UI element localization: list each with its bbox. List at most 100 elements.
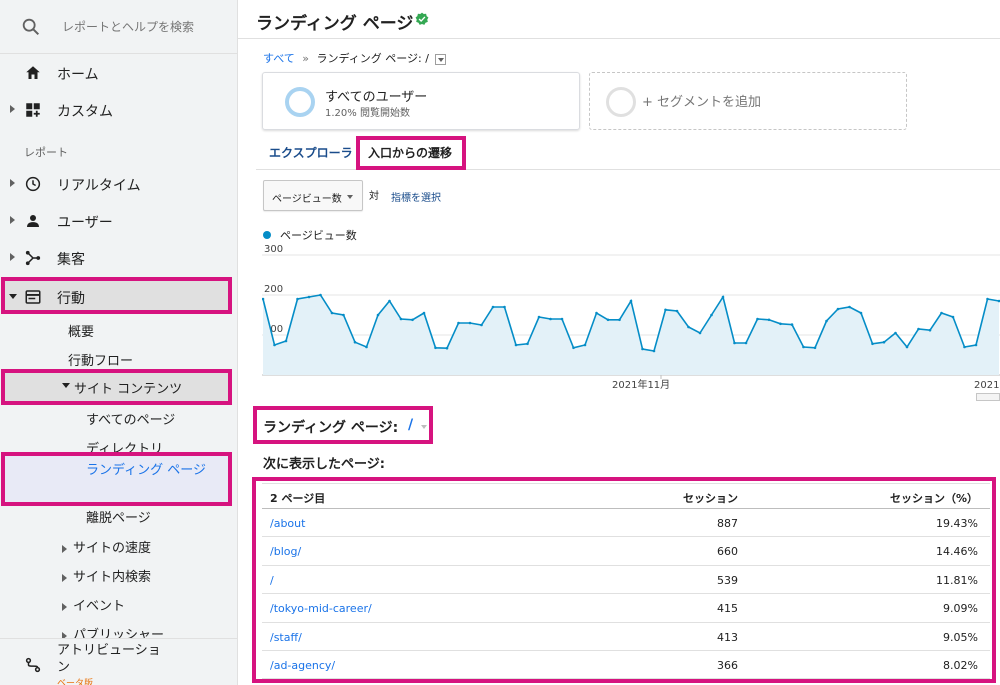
data-point bbox=[549, 317, 552, 321]
sidebar-item-overview[interactable]: 概要 bbox=[68, 321, 94, 340]
data-point bbox=[951, 315, 955, 319]
data-point bbox=[917, 327, 920, 331]
data-point bbox=[756, 317, 759, 321]
sessions-pct-value: 9.05% bbox=[943, 630, 978, 644]
sidebar-item-site-content[interactable]: サイト コンテンツ bbox=[4, 371, 229, 401]
data-point bbox=[480, 323, 483, 327]
data-point bbox=[779, 322, 782, 326]
sidebar-item-site-speed[interactable]: サイトの速度 bbox=[62, 537, 151, 556]
x-tick-label: 2021年11月 bbox=[612, 378, 670, 391]
header-second-page[interactable]: 2 ページ目 bbox=[270, 490, 325, 506]
sidebar-item-label: サイトの速度 bbox=[73, 541, 152, 556]
breadcrumb-dropdown-icon[interactable] bbox=[435, 53, 447, 65]
page-link[interactable]: /blog/ bbox=[270, 545, 301, 558]
pageviews-chart[interactable]: 3002001002021年11月2021年 bbox=[262, 245, 1000, 400]
sidebar-item-behavior[interactable]: 行動 bbox=[4, 280, 229, 314]
data-point bbox=[974, 343, 978, 347]
data-point bbox=[468, 321, 472, 325]
chart-scroll-handle[interactable] bbox=[976, 393, 1000, 401]
sidebar-item-custom[interactable]: カスタム bbox=[0, 93, 237, 127]
header-sessions[interactable]: セッション bbox=[683, 490, 738, 506]
data-point bbox=[963, 345, 966, 349]
segment-ring-icon bbox=[606, 87, 636, 117]
next-pages-table: 2 ページ目 セッション セッション（%） /about 887 19.43% … bbox=[262, 483, 990, 680]
data-point bbox=[388, 299, 391, 303]
sessions-pct-value: 9.09% bbox=[943, 602, 978, 616]
sidebar-item-label: 集客 bbox=[57, 252, 85, 268]
chevron-down-icon[interactable] bbox=[421, 425, 427, 429]
breadcrumb-current: ランディング ページ: / bbox=[316, 52, 429, 65]
table-row: /staff/ 413 9.05% bbox=[262, 623, 990, 651]
sessions-pct-value: 19.43% bbox=[936, 517, 978, 530]
clock-icon bbox=[25, 176, 41, 192]
table-row: / 539 11.81% bbox=[262, 566, 990, 595]
sessions-pct-value: 14.46% bbox=[936, 545, 978, 559]
sidebar-item-label: イベント bbox=[73, 599, 126, 614]
data-point bbox=[537, 315, 541, 319]
data-point bbox=[813, 346, 817, 350]
data-point bbox=[399, 317, 403, 321]
sidebar-item-site-search[interactable]: サイト内検索 bbox=[62, 566, 151, 585]
metric-select-value: ページビュー数 bbox=[272, 194, 342, 205]
page-link[interactable]: /staff/ bbox=[270, 631, 302, 644]
sidebar-item-landing-pages[interactable]: ランディング ページ bbox=[4, 454, 232, 504]
page-title: ランディング ページ bbox=[256, 14, 414, 34]
data-point bbox=[273, 343, 276, 347]
table-header: 2 ページ目 セッション セッション（%） bbox=[262, 483, 990, 509]
tab-entrance-paths[interactable]: 入口からの遷移 bbox=[368, 144, 452, 161]
data-point bbox=[940, 311, 943, 315]
landing-page-value[interactable]: / bbox=[408, 417, 413, 433]
data-point bbox=[503, 305, 506, 309]
tab-explorer[interactable]: エクスプローラ bbox=[269, 144, 353, 161]
segment-ring-icon bbox=[285, 87, 315, 117]
page-link[interactable]: /ad-agency/ bbox=[270, 659, 335, 672]
breadcrumb-separator: » bbox=[302, 52, 310, 65]
header-sessions-pct[interactable]: セッション（%） bbox=[890, 490, 978, 506]
segment-all-users[interactable]: すべてのユーザー 1.20% 閲覧開始数 bbox=[262, 72, 580, 130]
sidebar-item-audience[interactable]: ユーザー bbox=[0, 204, 237, 238]
sidebar-item-label: カスタム bbox=[57, 104, 113, 120]
data-point bbox=[652, 349, 656, 353]
data-point bbox=[572, 346, 575, 350]
page-link[interactable]: /tokyo-mid-career/ bbox=[270, 602, 372, 615]
data-point bbox=[859, 311, 863, 315]
data-point bbox=[733, 341, 736, 345]
chevron-down-icon bbox=[347, 195, 353, 199]
sidebar-item-label: サイト内検索 bbox=[73, 570, 152, 585]
data-point bbox=[526, 342, 529, 346]
select-metric-link[interactable]: 指標を選択 bbox=[391, 189, 441, 204]
sidebar-item-acquisition[interactable]: 集客 bbox=[0, 241, 237, 275]
landing-page-label: ランディング ページ: bbox=[263, 420, 399, 436]
legend-dot bbox=[263, 231, 271, 239]
sidebar-item-behavior-flow[interactable]: 行動フロー bbox=[68, 350, 133, 369]
data-point bbox=[434, 346, 437, 350]
breadcrumb-all-link[interactable]: すべて bbox=[263, 52, 295, 65]
y-tick-label: 300 bbox=[264, 245, 283, 255]
sidebar-item-attribution[interactable]: アトリビューション bbox=[0, 638, 237, 685]
data-point bbox=[411, 318, 414, 322]
data-point bbox=[491, 305, 495, 309]
data-point bbox=[767, 318, 771, 322]
add-segment-button[interactable]: + セグメントを追加 bbox=[589, 72, 907, 130]
data-point bbox=[687, 325, 690, 329]
data-point bbox=[583, 343, 587, 347]
main-content: ランディング ページ すべて » ランディング ページ: / すべてのユーザー … bbox=[238, 0, 1000, 685]
sidebar-item-label: 行動 bbox=[57, 291, 85, 307]
data-point bbox=[445, 346, 449, 350]
next-pages-label: 次に表示したページ: bbox=[263, 457, 385, 472]
page-link[interactable]: / bbox=[270, 574, 274, 587]
sidebar-item-label: ランディング ページ bbox=[86, 463, 206, 478]
sidebar-item-home[interactable]: ホーム bbox=[0, 56, 237, 90]
data-point bbox=[376, 313, 380, 317]
sidebar-item-events[interactable]: イベント bbox=[62, 595, 125, 614]
table-row: /tokyo-mid-career/ 415 9.09% bbox=[262, 594, 990, 623]
table-row: /about 887 19.43% bbox=[262, 509, 990, 538]
sidebar-item-all-pages[interactable]: すべてのページ bbox=[86, 409, 175, 428]
sidebar-search[interactable]: レポートとヘルプを検索 bbox=[0, 0, 237, 54]
metric-select[interactable]: ページビュー数 bbox=[263, 180, 363, 211]
data-point bbox=[422, 311, 426, 315]
sidebar-item-exit-pages[interactable]: 離脱ページ bbox=[86, 507, 151, 526]
page-link[interactable]: /about bbox=[270, 517, 305, 530]
sidebar-item-realtime[interactable]: リアルタイム bbox=[0, 167, 237, 201]
sidebar-item-label: サイト コンテンツ bbox=[74, 382, 183, 397]
